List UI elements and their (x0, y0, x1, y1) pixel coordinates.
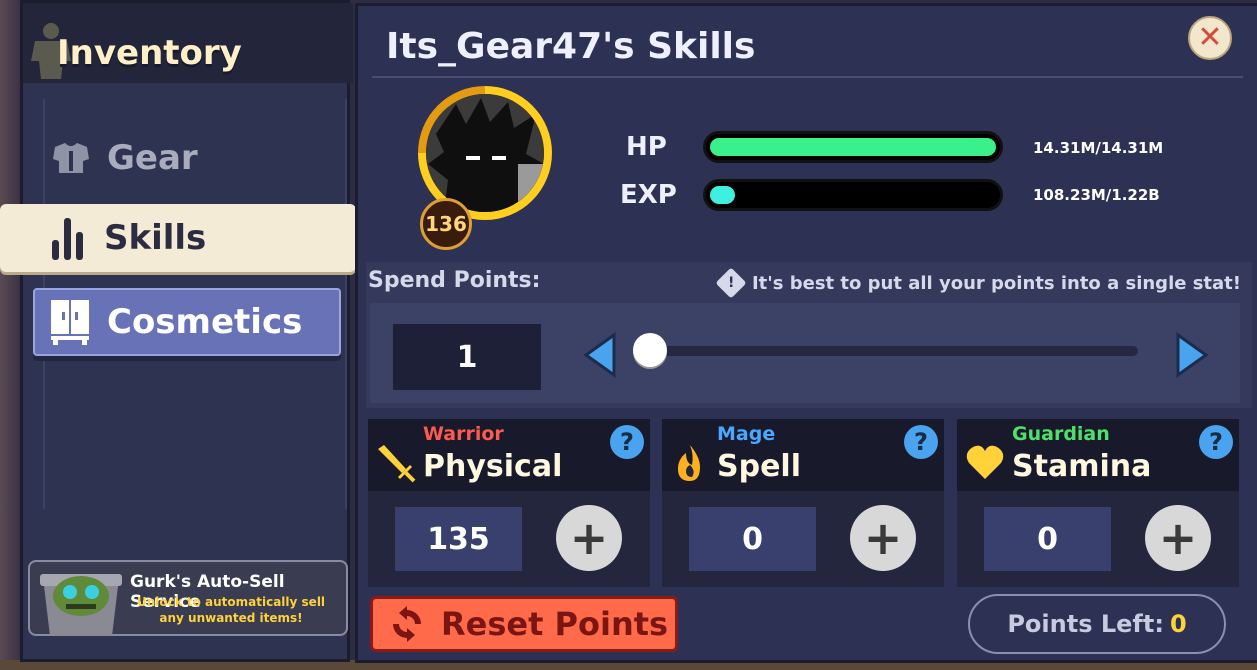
character-portrait (426, 94, 544, 212)
stat-name: Physical (423, 449, 563, 484)
close-button[interactable]: ✕ (1188, 16, 1232, 60)
armor-icon (53, 143, 89, 173)
hp-label: HP (626, 132, 667, 162)
reset-label: Reset Points (441, 605, 669, 643)
refresh-icon (393, 606, 421, 642)
sidebar-item-gear[interactable]: Gear (51, 133, 198, 183)
class-label: Warrior (423, 423, 504, 445)
warning-icon: ! (715, 267, 747, 299)
stat-card-stamina: Guardian Stamina ? 0 + (957, 419, 1239, 587)
help-icon[interactable]: ? (904, 425, 938, 459)
hp-bar-fill (710, 138, 996, 156)
goblin-trashcan-icon (40, 574, 122, 636)
stat-card-spell: Mage Spell ? 0 + (662, 419, 944, 587)
add-spell-button[interactable]: + (850, 505, 916, 571)
stat-value: 0 (984, 507, 1111, 571)
reset-points-button[interactable]: Reset Points (370, 596, 678, 652)
page-title: Its_Gear47's Skills (386, 26, 756, 67)
add-physical-button[interactable]: + (556, 505, 622, 571)
increase-arrow-icon[interactable] (1172, 331, 1212, 379)
class-label: Guardian (1012, 423, 1110, 445)
stat-name: Spell (717, 449, 801, 484)
sidebar-item-skills[interactable]: Skills (0, 204, 356, 272)
exp-bar (703, 179, 1003, 211)
inventory-header: Inventory (23, 3, 353, 83)
hp-bar (703, 131, 1003, 163)
sidebar-item-label: Gear (107, 138, 198, 178)
wardrobe-icon (51, 300, 89, 345)
points-slider-track[interactable] (640, 346, 1138, 356)
points-amount-field[interactable]: 1 (393, 324, 541, 390)
help-icon[interactable]: ? (1199, 425, 1233, 459)
promo-subtitle: Unlock to automatically sell any unwante… (136, 595, 326, 625)
add-stamina-button[interactable]: + (1145, 505, 1211, 571)
sidebar-item-cosmetics[interactable]: Cosmetics (33, 288, 341, 356)
fire-icon (678, 445, 700, 481)
sidebar-item-label: Skills (104, 218, 207, 258)
exp-value: 108.23M/1.22B (1033, 186, 1160, 204)
heart-icon (966, 445, 1004, 479)
sidebar-item-label: Cosmetics (107, 302, 303, 342)
spend-points-title: Spend Points: (368, 268, 541, 293)
decrease-arrow-icon[interactable] (580, 331, 620, 379)
exp-label: EXP (620, 180, 677, 210)
bar-chart-icon (52, 218, 83, 260)
stat-card-physical: Warrior Physical ? 135 + (368, 419, 650, 587)
hp-value: 14.31M/14.31M (1033, 139, 1164, 157)
points-left-badge: Points Left: 0 (968, 594, 1226, 654)
stat-name: Stamina (1012, 449, 1152, 484)
points-left-value: 0 (1169, 610, 1187, 638)
stat-value: 135 (395, 507, 522, 571)
sword-icon (378, 445, 416, 483)
skills-panel: Its_Gear47's Skills ✕ 136 HP 14.31M/14.3… (355, 3, 1257, 663)
exp-bar-fill (710, 186, 736, 204)
level-badge: 136 (420, 198, 472, 250)
help-icon[interactable]: ? (610, 425, 644, 459)
auto-sell-promo[interactable]: Gurk's Auto-Sell Service Unlock to autom… (28, 560, 348, 636)
title-divider (372, 76, 1243, 78)
points-slider-knob[interactable] (633, 333, 667, 367)
inventory-title: Inventory (57, 33, 242, 73)
stat-value: 0 (689, 507, 816, 571)
class-label: Mage (717, 423, 776, 445)
hint: ! It's best to put all your points into a… (715, 267, 1241, 299)
close-icon: ✕ (1197, 20, 1223, 55)
